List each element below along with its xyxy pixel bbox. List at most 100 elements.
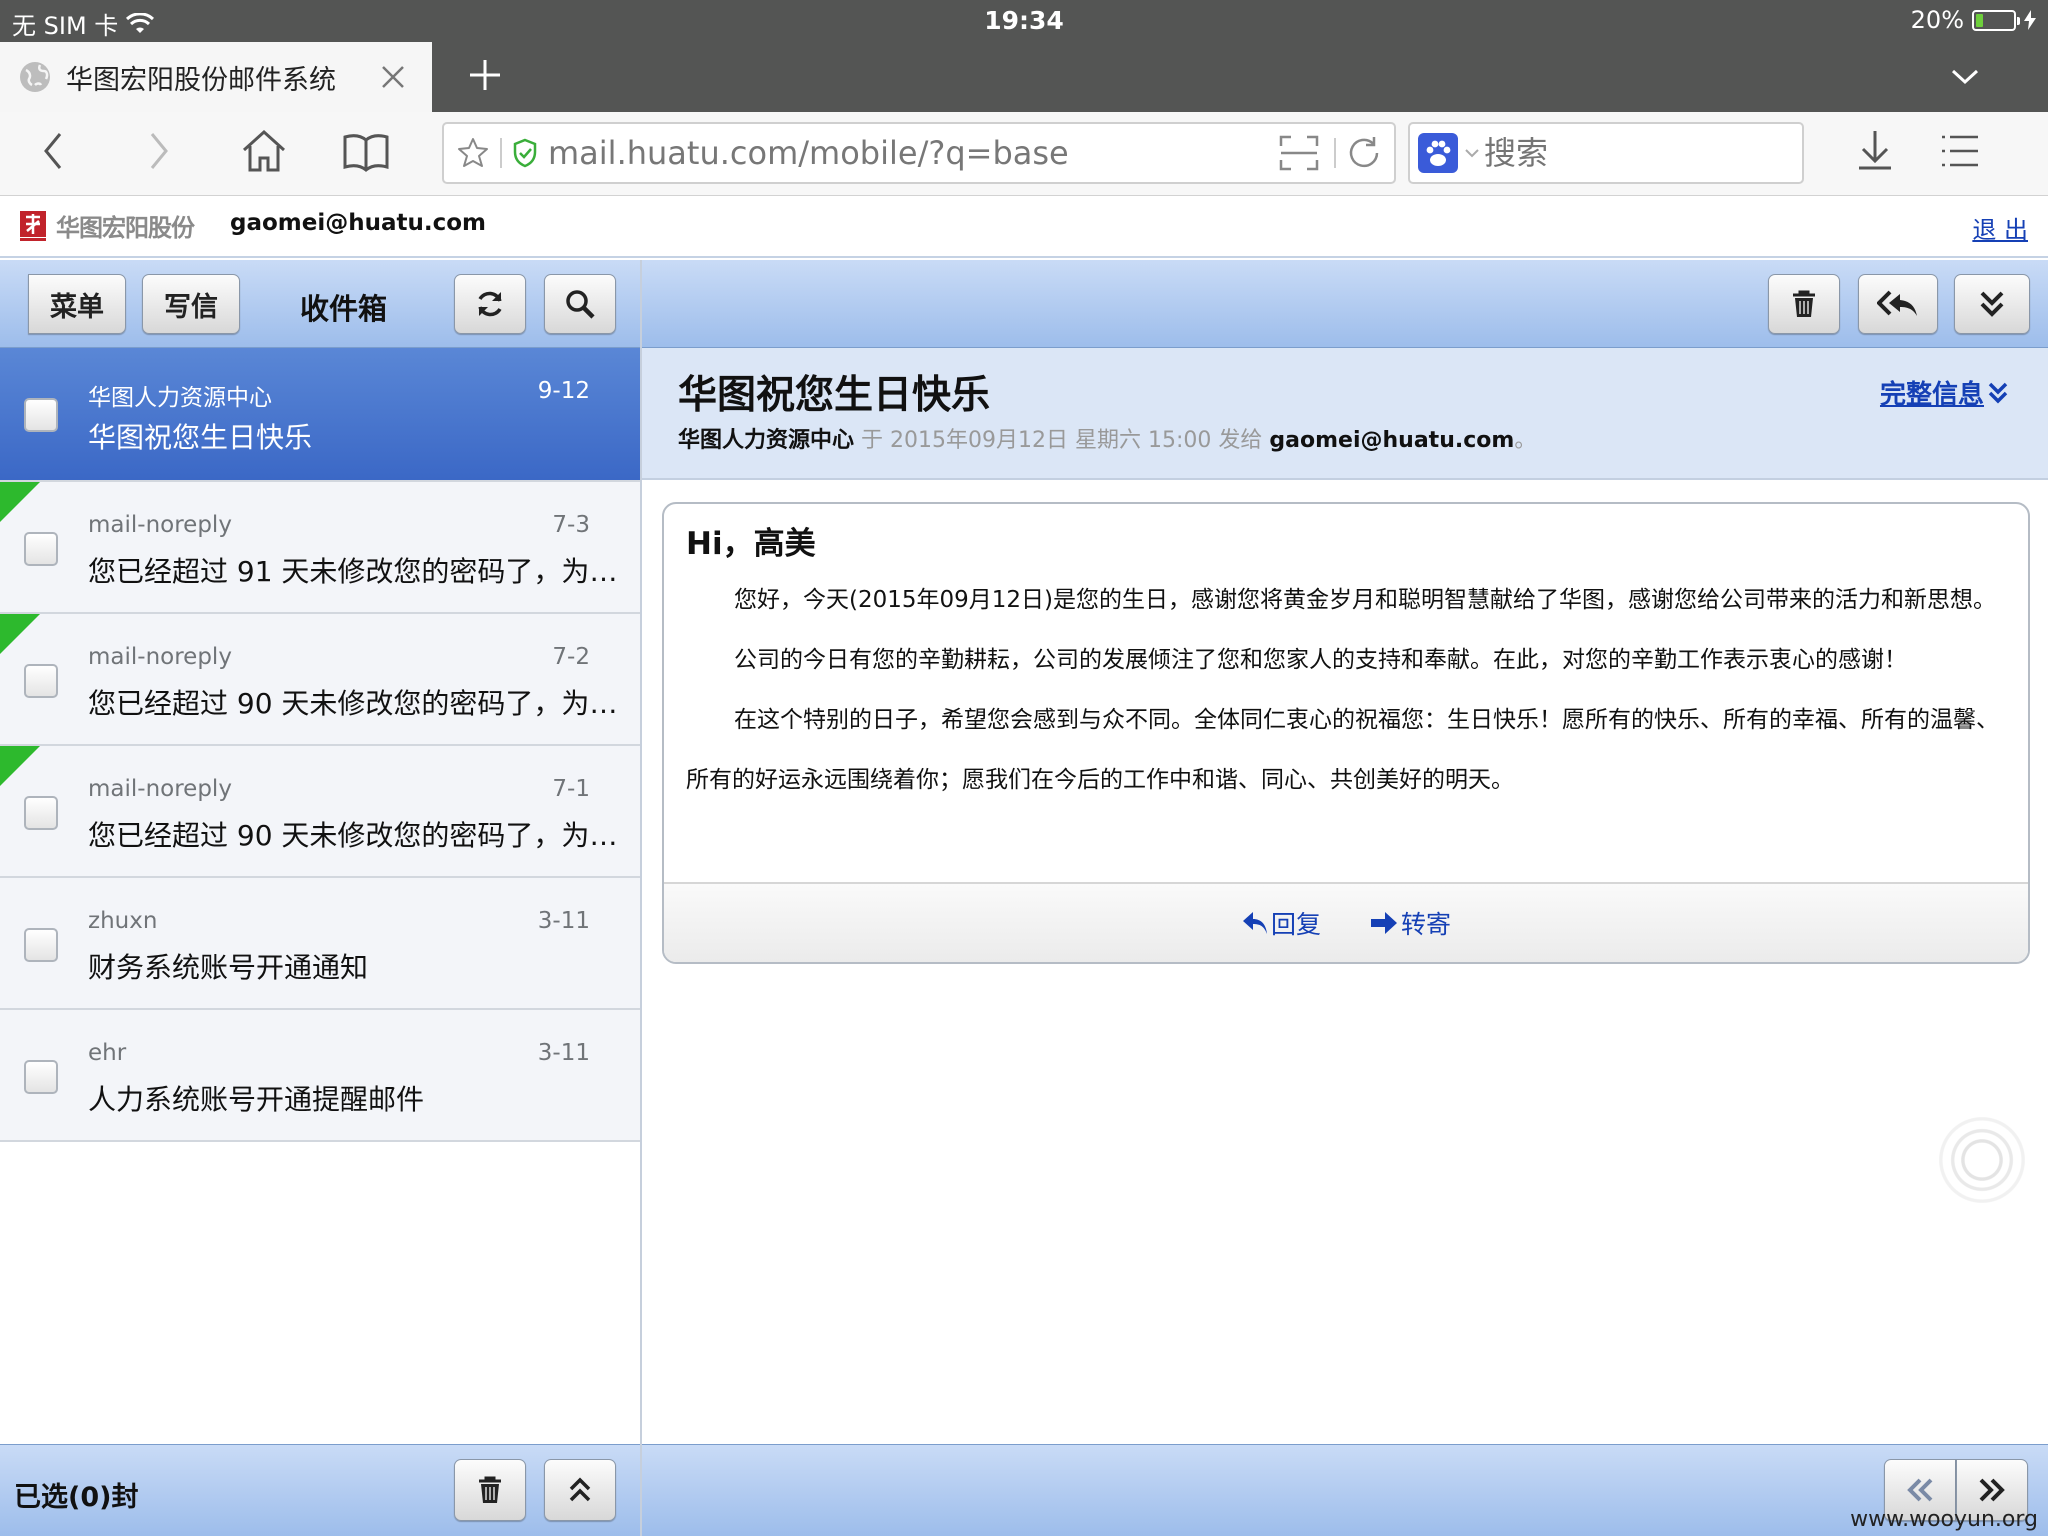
battery-percent: 20% [1910,6,1964,34]
double-chevron-down-icon [1988,381,2008,405]
forward-link[interactable]: 转寄 [1369,905,1451,941]
refresh-button[interactable] [454,274,526,334]
sender: zhuxn [88,908,158,934]
scroll-top-button[interactable] [544,1459,616,1521]
delete-button[interactable] [1768,274,1840,334]
message-actions: 回复 转寄 [664,882,2028,962]
reply-arrow-icon [1241,910,1269,936]
subject: 财务系统账号开通通知 [88,951,369,984]
message-recipient: gaomei@huatu.com [1269,428,1515,453]
message-datetime: 2015年09月12日 星期六 15:00 [890,428,1212,453]
message-footer [642,1444,2048,1536]
row-checkbox[interactable] [24,532,58,566]
chevron-down-icon[interactable] [1464,147,1480,159]
reply-link[interactable]: 回复 [1241,905,1321,941]
logo-text: 华图宏阳股份 [56,214,195,242]
message-body-card: Hi，高美 您好，今天(2015年09月12日)是您的生日，感谢您将黄金岁月和聪… [662,502,2030,964]
url-text: mail.huatu.com/mobile/?q=base [548,134,1069,172]
expand-down-button[interactable] [1954,274,2030,334]
at-word: 于 [861,428,884,453]
greeting: Hi，高美 [686,526,816,562]
company-logo: 华图宏阳股份 [18,208,195,243]
browser-toolbar: mail.huatu.com/mobile/?q=base [0,112,2048,196]
reply-all-icon [1877,289,1919,319]
full-info-link[interactable]: 完整信息 [1880,374,2008,411]
message-row[interactable]: mail-noreply 7-2 您已经超过 90 天未修改您的密码了，为保障您… [0,614,640,746]
date: 9-12 [537,378,590,404]
date: 3-11 [537,1040,590,1066]
body-paragraph: 您好，今天(2015年09月12日)是您的生日，感谢您将黄金岁月和聪明智慧献给了… [734,587,1997,613]
row-checkbox[interactable] [24,398,58,432]
double-chevron-up-icon [568,1477,592,1503]
tab-title: 华图宏阳股份邮件系统 [66,64,336,96]
sent-to-word: 发给 [1218,428,1263,453]
home-icon[interactable] [240,128,288,174]
message-row[interactable]: zhuxn 3-11 财务系统账号开通通知 [0,878,640,1010]
search-bar[interactable] [1408,122,1804,184]
chevron-down-icon[interactable] [1950,68,1980,86]
sender: mail-noreply [88,776,232,802]
logout-link[interactable]: 退 出 [1972,210,2028,245]
body-paragraph: 公司的今日有您的辛勤耕耘，公司的发展倾注了您和您家人的支持和奉献。在此，对您的辛… [734,647,1907,673]
assistive-touch-button[interactable] [1922,1100,2042,1220]
star-icon[interactable] [456,136,490,170]
message-toolbar [642,260,2048,348]
row-checkbox[interactable] [24,796,58,830]
double-chevron-right-icon [1978,1477,2006,1503]
charging-icon [2024,10,2036,30]
menu-button[interactable]: 菜单 [28,274,126,334]
message-row[interactable]: mail-noreply 7-1 您已经超过 90 天未修改您的密码了，为保障您… [0,746,640,878]
sender: ehr [88,1040,127,1066]
search-button[interactable] [544,274,616,334]
list-toolbar: 菜单 写信 收件箱 [0,260,640,348]
bulk-delete-button[interactable] [454,1459,526,1521]
message-sender: 华图人力资源中心 [678,428,855,453]
selected-count: 已选(0)封 [14,1482,139,1513]
full-info-label: 完整信息 [1879,380,1984,410]
folder-title: 收件箱 [300,292,388,326]
forward-arrow-icon [1369,911,1399,935]
browser-tab[interactable]: 华图宏阳股份邮件系统 [0,42,432,112]
message-row[interactable]: 华图人力资源中心 9-12 华图祝您生日快乐 [0,348,640,482]
forward-label: 转寄 [1401,910,1452,939]
search-input[interactable] [1484,134,1724,172]
secure-shield-icon [512,138,538,168]
scan-icon[interactable] [1278,134,1320,172]
user-email: gaomei@huatu.com [230,210,487,236]
status-bar: 无 SIM 卡 19:34 20% [0,0,2048,42]
double-chevron-left-icon [1906,1477,1934,1503]
message-row[interactable]: mail-noreply 7-3 您已经超过 91 天未修改您的密码了，为保障您… [0,482,640,614]
message-row[interactable]: ehr 3-11 人力系统账号开通提醒邮件 [0,1010,640,1142]
unread-flag [0,482,40,522]
bookmarks-icon[interactable] [342,132,390,172]
close-tab-icon[interactable] [380,64,406,90]
subject: 您已经超过 90 天未修改您的密码了，为保障您的账号安全，请及时修改密码 [88,819,618,852]
date: 7-2 [552,644,590,670]
new-tab-icon[interactable] [468,58,502,92]
browser-tab-strip: 华图宏阳股份邮件系统 [0,42,2048,112]
subject: 华图祝您生日快乐 [88,421,313,454]
row-checkbox[interactable] [24,928,58,962]
unread-flag [0,614,40,654]
body-paragraph: 在这个特别的日子，希望您会感到与众不同。全体同仁衷心的祝福您：生日快乐！愿所有的… [686,707,1999,793]
message-subject: 华图祝您生日快乐 [678,373,991,418]
download-icon[interactable] [1856,128,1894,172]
reload-icon[interactable] [1344,133,1384,173]
reply-all-button[interactable] [1858,274,1938,334]
compose-button[interactable]: 写信 [142,274,240,334]
list-footer: 已选(0)封 [0,1444,640,1536]
baidu-paw-icon [1418,133,1458,173]
menu-list-icon[interactable] [1940,132,1980,170]
watermark: www.wooyun.org [1850,1507,2038,1532]
sender: 华图人力资源中心 [88,385,272,411]
forward-icon[interactable] [144,126,174,176]
site-header: 华图宏阳股份 gaomei@huatu.com 退 出 [0,196,2048,258]
row-checkbox[interactable] [24,1060,58,1094]
address-bar[interactable]: mail.huatu.com/mobile/?q=base [442,122,1396,184]
message-list: 华图人力资源中心 9-12 华图祝您生日快乐 mail-noreply 7-3 … [0,348,640,1142]
row-checkbox[interactable] [24,664,58,698]
subject: 您已经超过 91 天未修改您的密码了，为保障您的账号安全，请及时修改密码 [88,555,618,588]
back-icon[interactable] [38,126,68,176]
date: 7-3 [552,512,590,538]
unread-flag [0,746,40,786]
